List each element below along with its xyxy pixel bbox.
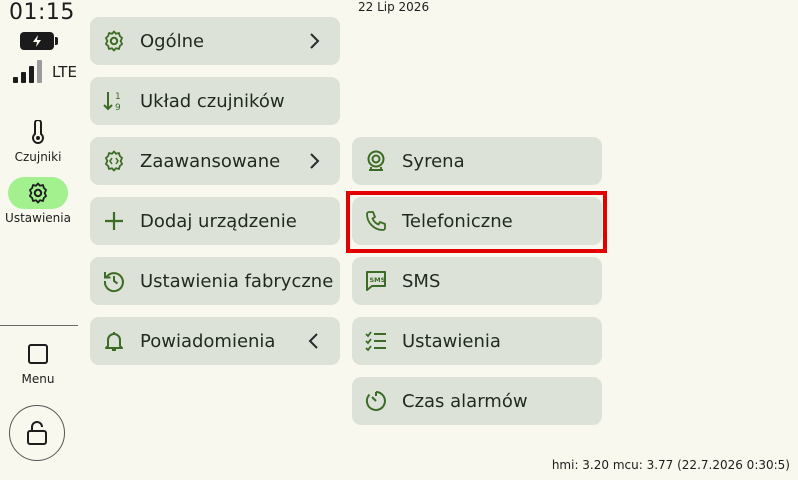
menu-button-label: Powiadomienia (140, 330, 276, 352)
sidebar-item-label: Menu (21, 372, 55, 386)
menu-button-label: Układ czujników (140, 90, 285, 112)
menu-button-powiadomienia[interactable]: Powiadomienia (90, 317, 340, 365)
menu-button-dodaj-urzadzenie[interactable]: Dodaj urządzenie (90, 197, 340, 245)
chevron-right-icon (310, 153, 320, 169)
menu-button-label: SMS (402, 270, 441, 292)
signal-strength-icon (13, 60, 42, 83)
menu-button-syrena[interactable]: Syrena (352, 137, 602, 185)
history-icon (102, 269, 126, 293)
sidebar-divider (0, 325, 78, 326)
network-type: LTE (52, 63, 77, 81)
sidebar-item-czujniki[interactable]: Czujniki (0, 116, 76, 164)
sidebar-item-label: Czujniki (14, 150, 62, 164)
menu-button-ustawienia-fabryczne[interactable]: Ustawienia fabryczne (90, 257, 340, 305)
menu-button-label: Syrena (402, 150, 465, 172)
svg-text:9: 9 (115, 103, 121, 113)
timer-icon (364, 389, 388, 413)
svg-text:SMS: SMS (370, 276, 386, 284)
menu-button-sms[interactable]: SMS SMS (352, 257, 602, 305)
clock: 01:15 (9, 0, 75, 25)
date-display: 22 Lip 2026 (358, 0, 430, 14)
chevron-left-icon (308, 333, 318, 349)
battery-charging-icon (20, 32, 58, 50)
menu-button-uklad-czujnikow[interactable]: 19 Układ czujników (90, 77, 340, 125)
sidebar-item-ustawienia[interactable]: Ustawienia (0, 177, 76, 225)
version-info: hmi: 3.20 mcu: 3.77 (22.7.2026 0:30:5) (551, 458, 790, 472)
menu-button-label: Dodaj urządzenie (140, 210, 297, 232)
menu-button-label: Ogólne (140, 30, 205, 52)
square-icon (8, 338, 68, 370)
menu-button-label: Czas alarmów (402, 390, 528, 412)
menu-button-label: Ustawienia (402, 330, 501, 352)
svg-text:1: 1 (115, 92, 121, 102)
plus-icon (102, 209, 126, 233)
menu-button-zaawansowane[interactable]: Zaawansowane (90, 137, 340, 185)
sms-icon: SMS (364, 269, 388, 293)
bell-icon (102, 329, 126, 353)
code-gear-icon (102, 149, 126, 173)
lock-button[interactable] (9, 405, 65, 461)
selection-highlight (346, 191, 607, 253)
menu-button-ustawienia[interactable]: Ustawienia (352, 317, 602, 365)
siren-icon (364, 149, 388, 173)
gear-icon (8, 177, 68, 209)
chevron-right-icon (310, 33, 320, 49)
sort-icon: 19 (102, 89, 126, 113)
menu-button-ogolne[interactable]: Ogólne (90, 17, 340, 65)
checklist-icon (364, 329, 388, 353)
sidebar-item-label: Ustawienia (5, 211, 71, 225)
menu-button-label: Zaawansowane (140, 150, 281, 172)
menu-button-czas-alarmow[interactable]: Czas alarmów (352, 377, 602, 425)
sidebar-item-menu[interactable]: Menu (0, 338, 76, 386)
thermometer-icon (8, 116, 68, 148)
gear-icon (102, 29, 126, 53)
menu-button-label: Ustawienia fabryczne (140, 270, 334, 292)
unlock-icon (27, 421, 47, 445)
